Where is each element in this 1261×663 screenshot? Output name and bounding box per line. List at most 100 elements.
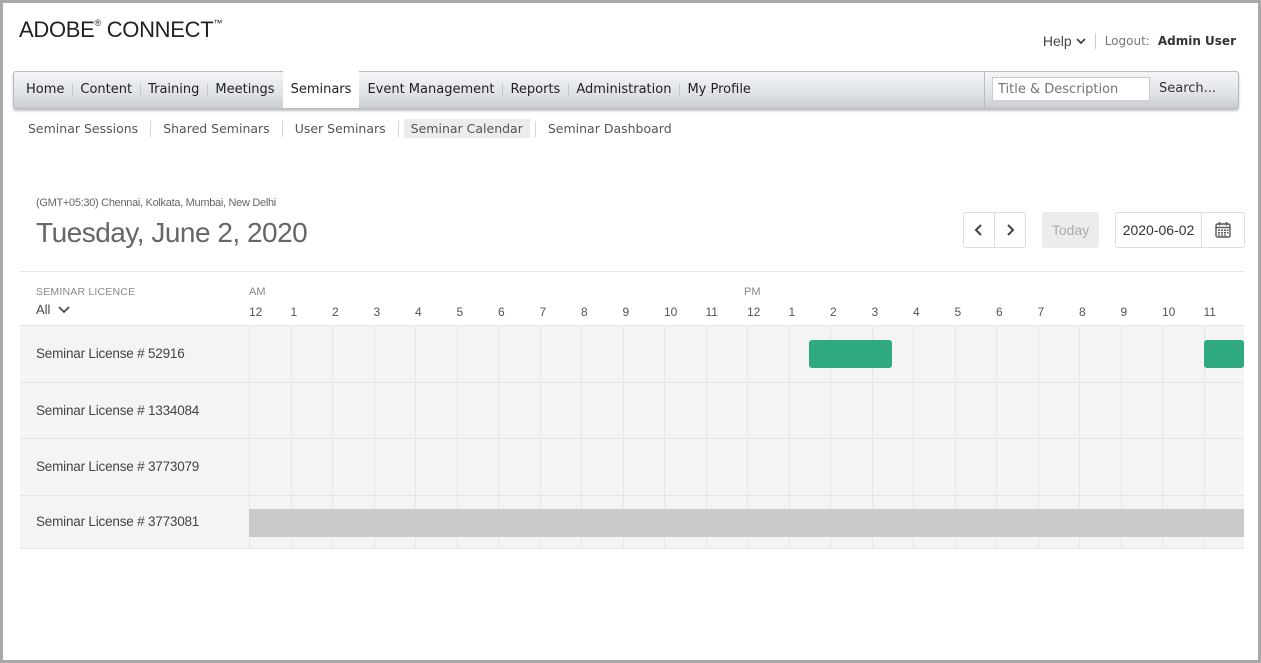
nav-item-training[interactable]: Training <box>140 72 207 108</box>
subnav-item-seminar-sessions[interactable]: Seminar Sessions <box>21 119 145 138</box>
hour-cell[interactable] <box>996 326 1038 382</box>
hour-cell[interactable] <box>830 382 872 438</box>
nav-item-reports[interactable]: Reports <box>502 72 568 108</box>
hour-cell[interactable] <box>1079 382 1121 438</box>
hour-cell[interactable] <box>332 382 374 438</box>
hour-cell[interactable] <box>664 382 706 438</box>
hour-cell[interactable] <box>747 439 789 495</box>
hour-cell[interactable] <box>788 439 831 495</box>
hour-cell[interactable] <box>1079 439 1121 495</box>
subnav-item-seminar-dashboard[interactable]: Seminar Dashboard <box>541 119 679 138</box>
hour-cell[interactable] <box>705 382 748 438</box>
hour-cell[interactable] <box>373 326 416 382</box>
hour-cell[interactable] <box>539 382 582 438</box>
hour-cell[interactable] <box>1037 382 1080 438</box>
nav-item-home[interactable]: Home <box>18 72 72 108</box>
hour-cell[interactable] <box>373 439 416 495</box>
hour-cell[interactable] <box>249 326 291 382</box>
hour-cell[interactable] <box>539 326 582 382</box>
seminar-event-block[interactable] <box>809 340 893 368</box>
hour-cell[interactable] <box>1120 439 1163 495</box>
hour-cell[interactable] <box>498 326 540 382</box>
hour-cell[interactable] <box>747 326 789 382</box>
hour-cell[interactable] <box>996 382 1038 438</box>
app-window: ADOBE® CONNECT™ Help Logout: Admin User … <box>3 3 1258 660</box>
hour-cell[interactable] <box>456 382 499 438</box>
hour-cell[interactable] <box>1162 439 1204 495</box>
nav-item-my-profile[interactable]: My Profile <box>679 72 758 108</box>
hour-cell[interactable] <box>332 439 374 495</box>
hour-cell[interactable] <box>1079 326 1121 382</box>
hour-cell[interactable] <box>913 326 955 382</box>
nav-item-administration[interactable]: Administration <box>568 72 679 108</box>
hour-cell[interactable] <box>539 439 582 495</box>
hour-cell[interactable] <box>705 326 748 382</box>
logout-link[interactable]: Logout: <box>1105 34 1150 48</box>
hour-cell[interactable] <box>664 439 706 495</box>
hour-cell[interactable] <box>871 382 914 438</box>
hour-cell[interactable] <box>456 439 499 495</box>
hour-cell[interactable] <box>415 382 457 438</box>
hour-cell[interactable] <box>1162 326 1204 382</box>
hour-cell[interactable] <box>581 326 623 382</box>
chevron-right-icon <box>1007 224 1015 236</box>
seminar-event-block[interactable] <box>1203 340 1244 368</box>
hour-cell[interactable] <box>788 382 831 438</box>
hour-cell[interactable] <box>1203 439 1246 495</box>
next-day-button[interactable] <box>994 213 1025 247</box>
hour-cell[interactable] <box>913 439 955 495</box>
hour-cell[interactable] <box>1120 326 1163 382</box>
help-menu[interactable]: Help <box>1043 33 1086 49</box>
hour-cell[interactable] <box>1162 382 1204 438</box>
nav-item-seminars[interactable]: Seminars <box>282 70 360 108</box>
license-filter-dropdown[interactable]: All <box>36 302 71 317</box>
hour-cell[interactable] <box>332 326 374 382</box>
search-button[interactable]: Search... <box>1159 81 1216 96</box>
hour-cell[interactable] <box>830 439 872 495</box>
hour-cell[interactable] <box>456 326 499 382</box>
hour-cell[interactable] <box>954 439 997 495</box>
subnav-item-shared-seminars[interactable]: Shared Seminars <box>156 119 277 138</box>
search-input[interactable] <box>992 77 1150 101</box>
open-calendar-button[interactable] <box>1202 213 1244 247</box>
hour-cell[interactable] <box>871 439 914 495</box>
hour-cell[interactable] <box>290 326 333 382</box>
hour-cell[interactable] <box>664 326 706 382</box>
hour-cell[interactable] <box>498 439 540 495</box>
hour-cell[interactable] <box>622 439 665 495</box>
hour-label: 4 <box>913 305 920 319</box>
hour-cell[interactable] <box>581 382 623 438</box>
hour-cell[interactable] <box>747 382 789 438</box>
search-area: Search... <box>984 72 1238 108</box>
nav-item-event-management[interactable]: Event Management <box>359 72 502 108</box>
hour-cell[interactable] <box>1203 382 1246 438</box>
date-input[interactable]: 2020-06-02 <box>1116 213 1202 247</box>
hour-cell[interactable] <box>373 382 416 438</box>
hour-cell[interactable] <box>290 382 333 438</box>
divider <box>20 271 1244 272</box>
hour-cell[interactable] <box>1037 326 1080 382</box>
previous-day-button[interactable] <box>964 213 994 247</box>
hour-cell[interactable] <box>581 439 623 495</box>
hour-cell[interactable] <box>622 382 665 438</box>
hour-cell[interactable] <box>1037 439 1080 495</box>
hour-cell[interactable] <box>954 326 997 382</box>
hour-cell[interactable] <box>498 382 540 438</box>
today-button[interactable]: Today <box>1042 212 1099 248</box>
subnav-item-seminar-calendar[interactable]: Seminar Calendar <box>403 119 530 138</box>
hour-cell[interactable] <box>996 439 1038 495</box>
hour-cell[interactable] <box>415 439 457 495</box>
hour-cell[interactable] <box>622 326 665 382</box>
hour-cell[interactable] <box>705 439 748 495</box>
hour-cell[interactable] <box>249 382 291 438</box>
hour-label: 7 <box>539 305 547 319</box>
hour-cell[interactable] <box>954 382 997 438</box>
hour-cell[interactable] <box>913 382 955 438</box>
hour-cell[interactable] <box>1120 382 1163 438</box>
subnav-item-user-seminars[interactable]: User Seminars <box>288 119 393 138</box>
hour-cell[interactable] <box>249 439 291 495</box>
nav-item-meetings[interactable]: Meetings <box>207 72 282 108</box>
nav-item-content[interactable]: Content <box>72 72 140 108</box>
hour-cell[interactable] <box>290 439 333 495</box>
hour-cell[interactable] <box>415 326 457 382</box>
